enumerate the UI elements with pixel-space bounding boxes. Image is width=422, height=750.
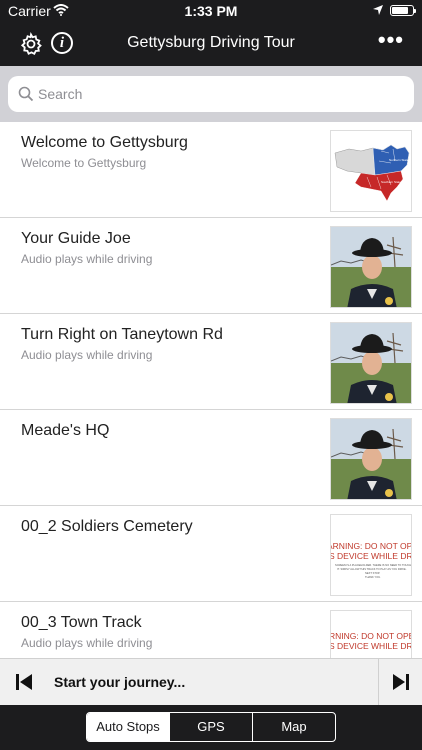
item-title: Turn Right on Taneytown Rd <box>21 326 223 343</box>
warning-line-2: S DEVICE WHILE DRIVING <box>331 551 412 561</box>
warning-small-3: NEXT STOP. <box>365 571 380 575</box>
item-subtitle: Audio plays while driving <box>21 636 153 650</box>
warning-line-1: ARNING: DO NOT OPERATE <box>331 541 412 551</box>
warning-line-1: RNING: DO NOT OPERATE <box>331 631 412 641</box>
list-item[interactable]: Your Guide Joe Audio plays while driving <box>0 218 422 314</box>
guide-photo-thumbnail <box>330 226 412 308</box>
tab-auto-stops[interactable]: Auto Stops <box>87 713 170 741</box>
navigation-bar: i Gettysburg Driving Tour ••• <box>0 22 422 66</box>
search-input[interactable] <box>38 76 398 112</box>
svg-text:Southern States: Southern States <box>381 180 403 184</box>
search-box[interactable] <box>8 76 414 112</box>
list-item[interactable]: Turn Right on Taneytown Rd Audio plays w… <box>0 314 422 410</box>
status-bar: Carrier 1:33 PM <box>0 0 422 22</box>
search-bar-container <box>0 66 422 122</box>
warning-line-2: S DEVICE WHILE DRIVING <box>331 641 412 651</box>
bottom-bar: Auto Stops GPS Map <box>0 705 422 750</box>
more-icon[interactable]: ••• <box>378 29 404 51</box>
list-item[interactable]: 00_2 Soldiers Cemetery ARNING: DO NOT OP… <box>0 506 422 602</box>
location-arrow-icon <box>372 3 384 19</box>
warning-small-2: IT. SIMPLY ALLOW THIS TRACK TO PLAY AS Y… <box>337 567 407 571</box>
audio-player-bar: Start your journey... <box>0 658 422 706</box>
top-bar: Carrier 1:33 PM i Gettysburg Driving Tou… <box>0 0 422 66</box>
warning-thumbnail: RNING: DO NOT OPERATE S DEVICE WHILE DRI… <box>330 610 412 658</box>
skip-previous-icon[interactable] <box>14 672 34 692</box>
tab-gps[interactable]: GPS <box>170 713 253 741</box>
search-icon <box>18 86 34 102</box>
tab-map[interactable]: Map <box>253 713 335 741</box>
mode-segmented-control: Auto Stops GPS Map <box>86 712 336 742</box>
skip-next-button[interactable] <box>378 659 422 706</box>
list-item[interactable]: Welcome to Gettysburg Welcome to Gettysb… <box>0 122 422 218</box>
warning-small-1: SCREEN IS A PLACEHOLDER. THERE IS NO NEE… <box>335 563 411 567</box>
us-map-thumbnail: Northern States Southern States <box>330 130 412 212</box>
page-title: Gettysburg Driving Tour <box>127 34 295 51</box>
item-title: 00_2 Soldiers Cemetery <box>21 518 193 535</box>
list-item[interactable]: 00_3 Town Track Audio plays while drivin… <box>0 602 422 658</box>
item-subtitle: Welcome to Gettysburg <box>21 156 147 170</box>
guide-photo-thumbnail <box>330 322 412 404</box>
stop-list: Welcome to Gettysburg Welcome to Gettysb… <box>0 122 422 658</box>
svg-text:Northern States: Northern States <box>389 158 411 162</box>
item-title: 00_3 Town Track <box>21 614 142 631</box>
item-title: Welcome to Gettysburg <box>21 134 188 151</box>
app: Carrier 1:33 PM i Gettysburg Driving Tou… <box>0 0 422 750</box>
warning-thumbnail: ARNING: DO NOT OPERATE S DEVICE WHILE DR… <box>330 514 412 596</box>
list-item[interactable]: Meade's HQ <box>0 410 422 506</box>
item-subtitle: Audio plays while driving <box>21 252 153 266</box>
warning-small-4: THANK YOU. <box>365 575 381 579</box>
guide-photo-thumbnail <box>330 418 412 500</box>
item-subtitle: Audio plays while driving <box>21 348 153 362</box>
item-title: Your Guide Joe <box>21 230 131 247</box>
skip-next-icon <box>391 672 411 692</box>
status-time: 1:33 PM <box>184 3 238 19</box>
battery-icon <box>390 5 416 16</box>
player-label: Start your journey... <box>54 674 186 690</box>
item-title: Meade's HQ <box>21 422 110 439</box>
